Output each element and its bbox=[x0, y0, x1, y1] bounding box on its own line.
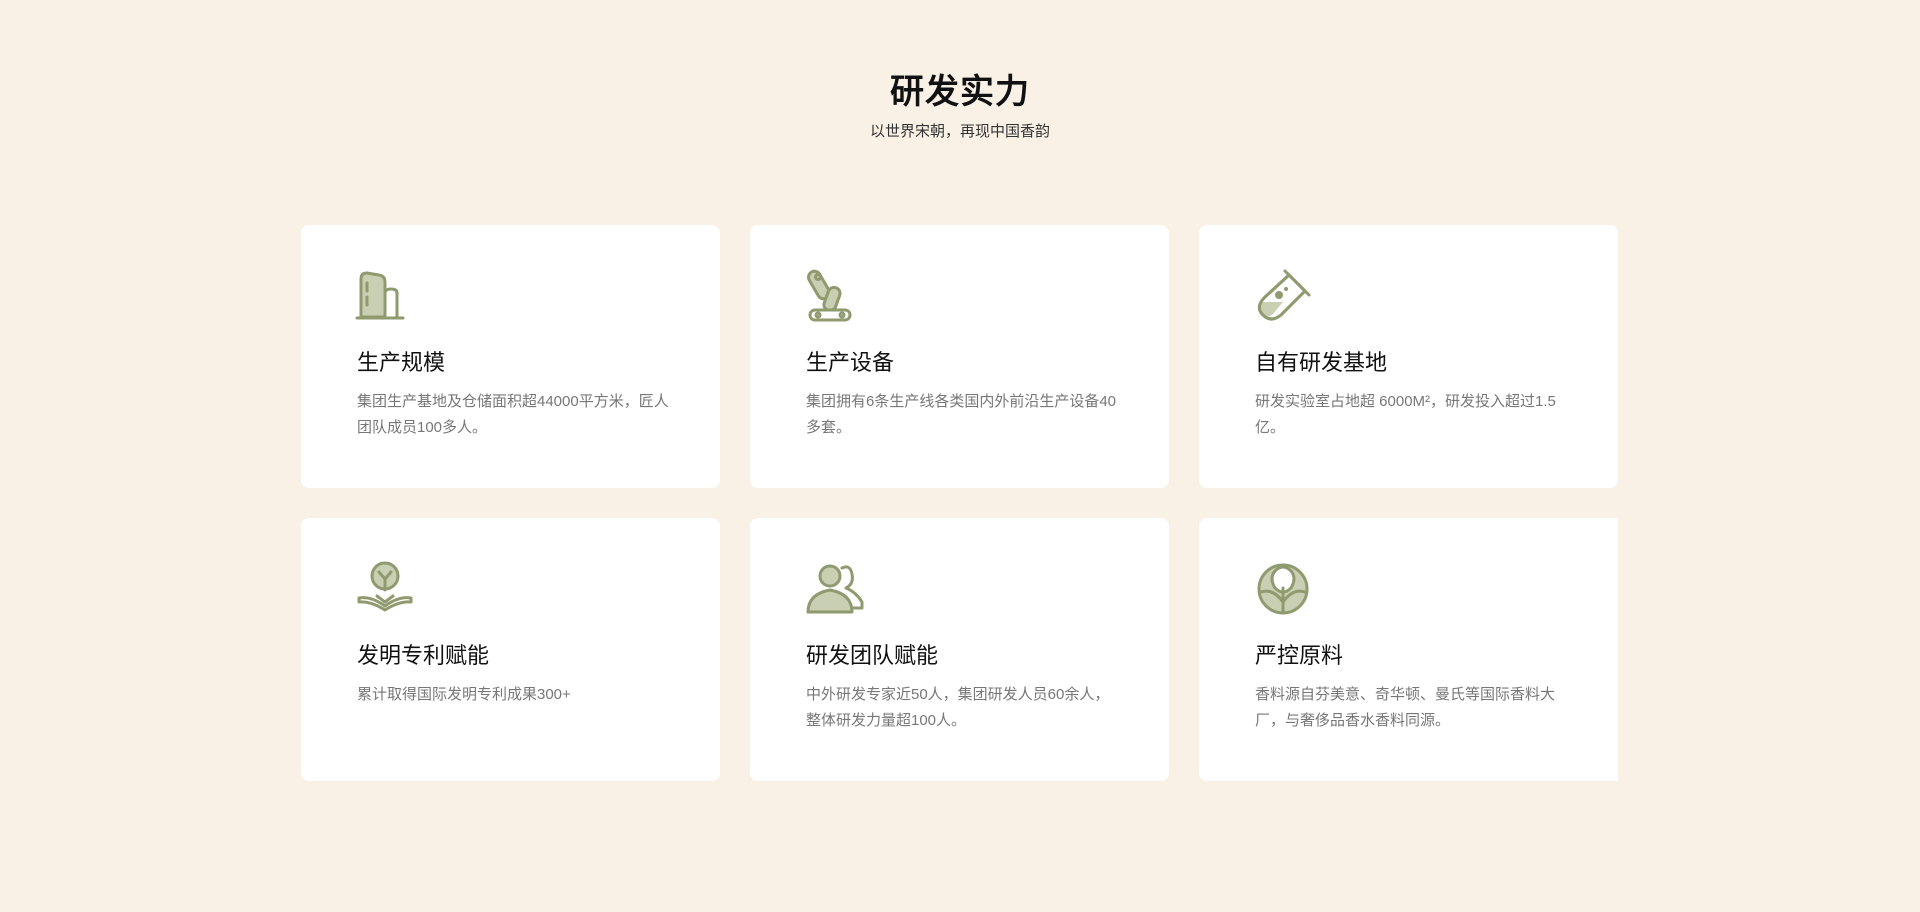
card-raw-material-control: 严控原料 香料源自芬美意、奇华顿、曼氏等国际香料大厂，与奢侈品香水香料同源。 bbox=[1199, 518, 1618, 781]
cabbage-leaf-icon bbox=[1253, 558, 1313, 618]
section-subtitle: 以世界宋朝，再现中国香韵 bbox=[869, 123, 1050, 140]
card-title: 严控原料 bbox=[1255, 643, 1344, 668]
team-people-icon bbox=[804, 558, 864, 618]
card-title: 研发团队赋能 bbox=[806, 643, 939, 668]
card-description: 香料源自芬美意、奇华顿、曼氏等国际香料大厂，与奢侈品香水香料同源。 bbox=[1255, 686, 1556, 729]
lightbulb-in-hand-icon bbox=[355, 558, 415, 618]
card-title: 生产设备 bbox=[806, 350, 895, 375]
card-description: 研发实验室占地超 6000M²，研发投入超过1.5亿。 bbox=[1255, 393, 1556, 436]
robot-arm-icon bbox=[804, 265, 864, 325]
card-title: 发明专利赋能 bbox=[357, 643, 490, 668]
card-invention-patents: 发明专利赋能 累计取得国际发明专利成果300+ bbox=[301, 518, 720, 781]
test-tube-icon bbox=[1253, 265, 1313, 325]
card-production-scale: 生产规模 集团生产基地及仓储面积超44000平方米，匠人团队成员100多人。 bbox=[301, 225, 720, 488]
card-title: 自有研发基地 bbox=[1255, 350, 1388, 375]
section-header: 研发实力 以世界宋朝，再现中国香韵 bbox=[0, 70, 1920, 142]
card-rd-base: 自有研发基地 研发实验室占地超 6000M²，研发投入超过1.5亿。 bbox=[1199, 225, 1618, 488]
card-description: 累计取得国际发明专利成果300+ bbox=[357, 686, 571, 703]
card-title: 生产规模 bbox=[357, 350, 446, 375]
card-description: 中外研发专家近50人，集团研发人员60余人，整体研发力量超100人。 bbox=[806, 686, 1110, 729]
section-title: 研发实力 bbox=[890, 73, 1030, 111]
card-description: 集团拥有6条生产线各类国内外前沿生产设备40多套。 bbox=[806, 393, 1117, 436]
card-rd-team: 研发团队赋能 中外研发专家近50人，集团研发人员60余人，整体研发力量超100人… bbox=[750, 518, 1169, 781]
factory-buildings-icon bbox=[355, 265, 415, 325]
card-description: 集团生产基地及仓储面积超44000平方米，匠人团队成员100多人。 bbox=[357, 393, 669, 436]
card-production-equipment: 生产设备 集团拥有6条生产线各类国内外前沿生产设备40多套。 bbox=[750, 225, 1169, 488]
capability-grid: 生产规模 集团生产基地及仓储面积超44000平方米，匠人团队成员100多人。 生… bbox=[301, 225, 1619, 781]
page: 研发实力 以世界宋朝，再现中国香韵 生产规模 集团生产基地及仓储面积超44000… bbox=[0, 0, 1920, 912]
